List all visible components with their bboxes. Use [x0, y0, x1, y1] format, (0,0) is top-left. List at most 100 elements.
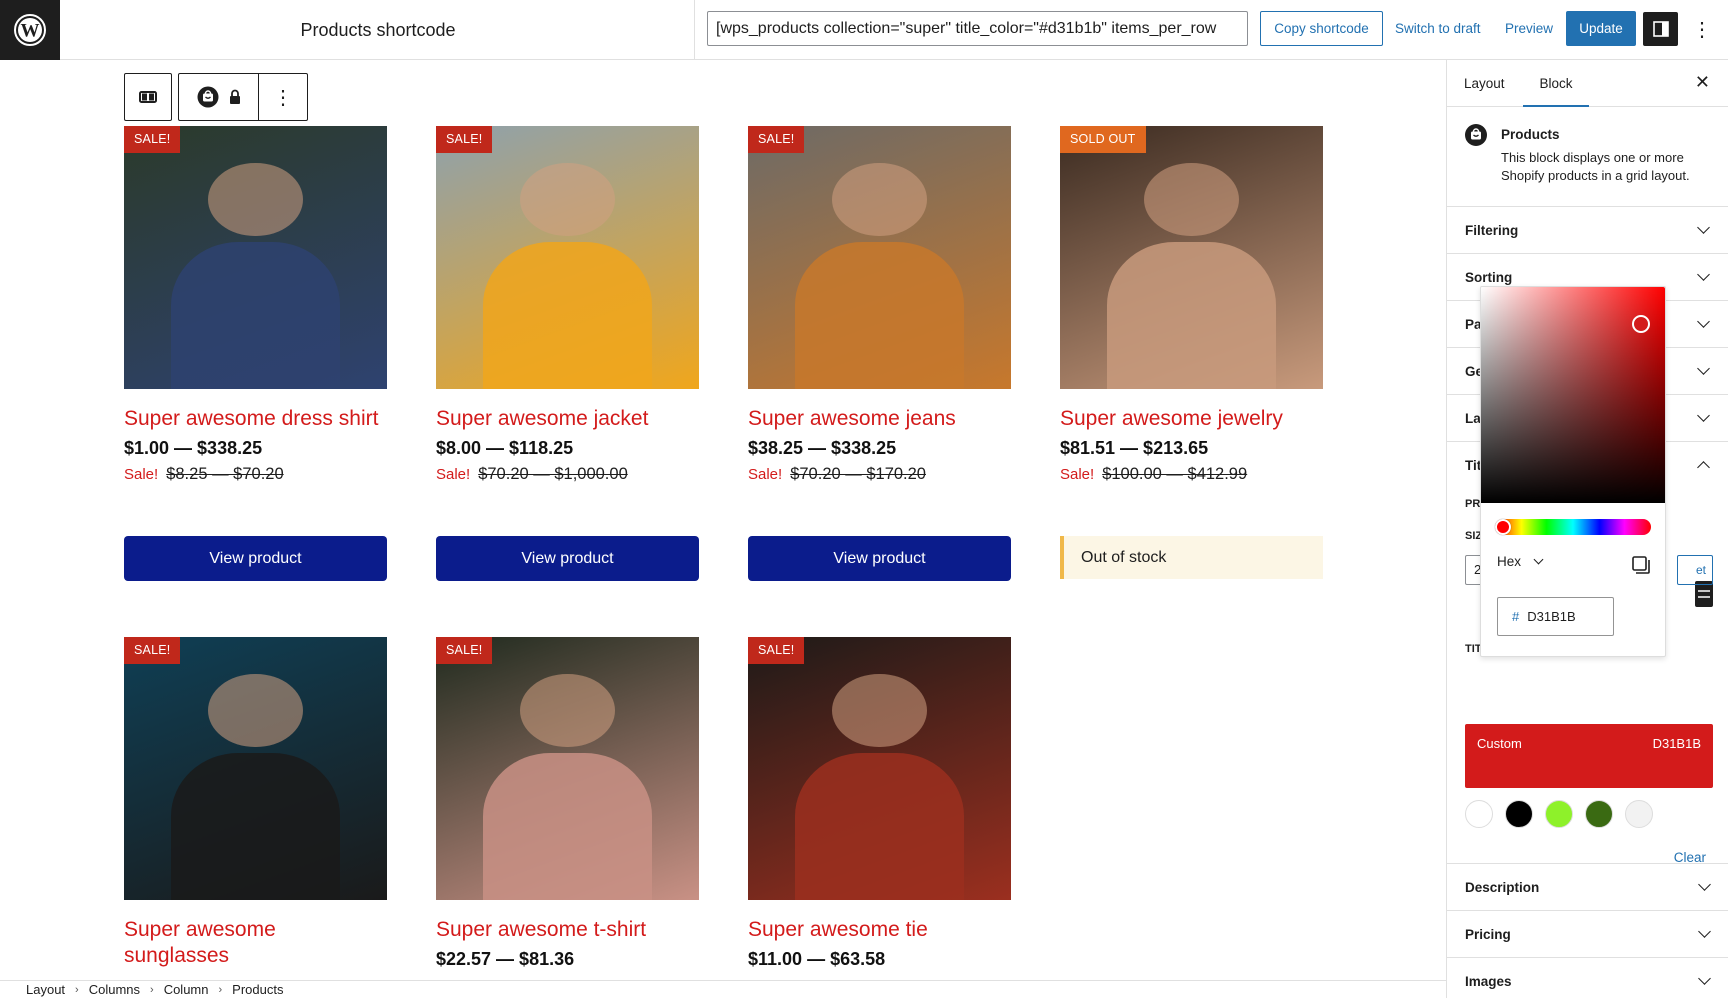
chevron-down-icon	[1533, 554, 1544, 565]
close-sidebar-icon[interactable]: ✕	[1695, 72, 1710, 93]
product-photo-body	[171, 752, 340, 900]
header-divider	[694, 0, 695, 60]
product-image[interactable]: SALE!	[124, 637, 387, 900]
product-card: SALE! Super awesome t-shirt $22.57 — $81.3…	[436, 637, 699, 970]
wordpress-logo-button[interactable]: W	[0, 0, 60, 60]
sale-badge: SALE!	[436, 637, 493, 664]
document-title[interactable]: Products shortcode	[240, 0, 516, 60]
product-price: $38.25 — $338.25	[748, 438, 897, 458]
panel-images[interactable]: Images	[1447, 958, 1728, 998]
product-image[interactable]: SALE!	[748, 637, 1011, 900]
update-button[interactable]: Update	[1566, 11, 1636, 46]
color-swatch[interactable]	[1545, 800, 1573, 828]
sold-out-badge: SOLD OUT	[1060, 126, 1146, 153]
color-swatch[interactable]	[1625, 800, 1653, 828]
original-price: $70.20 — $1,000.00	[478, 465, 628, 483]
product-price: $8.00 — $118.25	[436, 438, 574, 458]
chevron-down-icon	[1697, 362, 1710, 375]
preview-button[interactable]: Preview	[1505, 11, 1553, 46]
panel-description[interactable]: Description	[1447, 864, 1728, 911]
chevron-down-icon	[1698, 972, 1711, 985]
panel-pricing[interactable]: Pricing	[1447, 911, 1728, 958]
breadcrumb-item-column[interactable]: Column	[164, 982, 209, 997]
block-type-button[interactable]	[179, 74, 259, 120]
product-price: $81.51 — $213.65	[1060, 438, 1209, 458]
sidebar-tabs: Layout Block ✕	[1447, 60, 1728, 107]
product-image[interactable]: SALE!	[124, 126, 387, 389]
chevron-down-icon	[1698, 925, 1711, 938]
custom-color-value: D31B1B	[1652, 736, 1701, 751]
copy-shortcode-button[interactable]: Copy shortcode	[1260, 11, 1383, 46]
custom-color-swatch[interactable]: Custom D31B1B	[1465, 724, 1713, 788]
reset-size-button[interactable]: et	[1677, 555, 1713, 585]
hue-slider[interactable]	[1495, 519, 1651, 535]
shortcode-input[interactable]: [wps_products collection="super" title_c…	[707, 11, 1248, 46]
product-title[interactable]: Super awesome jacket	[436, 406, 699, 432]
color-swatch[interactable]	[1585, 800, 1613, 828]
breadcrumb-item-layout[interactable]: Layout	[26, 982, 65, 997]
block-card-description: This block displays one or more Shopify …	[1501, 150, 1690, 183]
chevron-up-icon	[1697, 461, 1710, 474]
settings-panel-toggle[interactable]	[1643, 12, 1678, 46]
color-format-select[interactable]: Hex	[1497, 554, 1544, 569]
product-photo-figure	[520, 162, 615, 237]
hex-color-input[interactable]: # D31B1B	[1497, 597, 1614, 636]
chevron-down-icon	[1697, 221, 1710, 234]
editor-header: W Products shortcode [wps_products colle…	[0, 0, 1728, 60]
panel-filtering[interactable]: Filtering	[1447, 207, 1728, 254]
block-options-button[interactable]: ⋮	[259, 74, 307, 120]
sale-label: Sale!	[748, 466, 783, 483]
saturation-value-area[interactable]	[1481, 287, 1665, 503]
out-of-stock-notice: Out of stock	[1060, 536, 1323, 579]
block-toolbar: ⋮	[124, 73, 308, 121]
product-image[interactable]: SALE!	[436, 637, 699, 900]
breadcrumb-item-columns[interactable]: Columns	[89, 982, 140, 997]
product-image[interactable]: SALE!	[436, 126, 699, 389]
sale-label: Sale!	[1060, 466, 1095, 483]
view-product-button[interactable]: View product	[436, 536, 699, 581]
product-photo-figure	[832, 673, 927, 748]
breadcrumb-separator-icon: ›	[75, 983, 79, 996]
copy-color-button[interactable]	[1631, 555, 1650, 574]
block-card: Products This block displays one or more…	[1447, 107, 1728, 207]
sidebar-toggle-icon	[1652, 21, 1669, 37]
select-parent-column-button[interactable]	[125, 74, 171, 120]
switch-to-draft-button[interactable]: Switch to draft	[1395, 11, 1481, 46]
wordpress-logo-icon: W	[14, 14, 46, 46]
product-photo-figure	[208, 673, 303, 748]
color-picker-popover: Hex # D31B1B	[1480, 286, 1666, 657]
chevron-down-icon	[1697, 315, 1710, 328]
product-sale-row: Sale! $100.00 — $412.99	[1060, 465, 1323, 484]
panel-label: Tit	[1465, 458, 1482, 473]
view-product-button[interactable]: View product	[124, 536, 387, 581]
product-title[interactable]: Super awesome jewelry	[1060, 406, 1323, 432]
product-title[interactable]: Super awesome sunglasses	[124, 917, 294, 969]
view-product-button[interactable]: View product	[748, 536, 1011, 581]
product-title[interactable]: Super awesome dress shirt	[124, 406, 387, 432]
product-image[interactable]: SALE!	[748, 126, 1011, 389]
saturation-handle[interactable]	[1632, 314, 1651, 333]
product-price: $22.57 — $81.36	[436, 949, 575, 969]
product-title[interactable]: Super awesome t-shirt	[436, 917, 699, 943]
sale-badge: SALE!	[124, 637, 181, 664]
tab-layout[interactable]: Layout	[1464, 60, 1505, 107]
options-menu-button[interactable]: ⋮	[1690, 12, 1714, 46]
parent-selector-group	[124, 73, 172, 121]
color-swatch[interactable]	[1465, 800, 1493, 828]
columns-icon	[139, 91, 157, 103]
product-photo-body	[795, 752, 964, 900]
panel-label: Pricing	[1465, 927, 1511, 942]
color-swatch[interactable]	[1505, 800, 1533, 828]
product-card: SALE! Super awesome dress shirt $1.00 — $3…	[124, 126, 387, 484]
product-card: SALE! Super awesome jacket $8.00 — $118.25…	[436, 126, 699, 484]
custom-color-label: Custom	[1477, 736, 1522, 751]
shopping-bag-icon	[1465, 124, 1487, 146]
product-title[interactable]: Super awesome tie	[748, 917, 1011, 943]
product-photo-figure	[520, 673, 615, 748]
product-image[interactable]: SOLD OUT	[1060, 126, 1323, 389]
hue-slider-handle[interactable]	[1495, 519, 1511, 535]
tab-block[interactable]: Block	[1523, 60, 1589, 107]
product-sale-row: Sale! $8.25 — $70.20	[124, 465, 387, 484]
product-title[interactable]: Super awesome jeans	[748, 406, 1011, 432]
breadcrumb-item-products[interactable]: Products	[232, 982, 283, 997]
